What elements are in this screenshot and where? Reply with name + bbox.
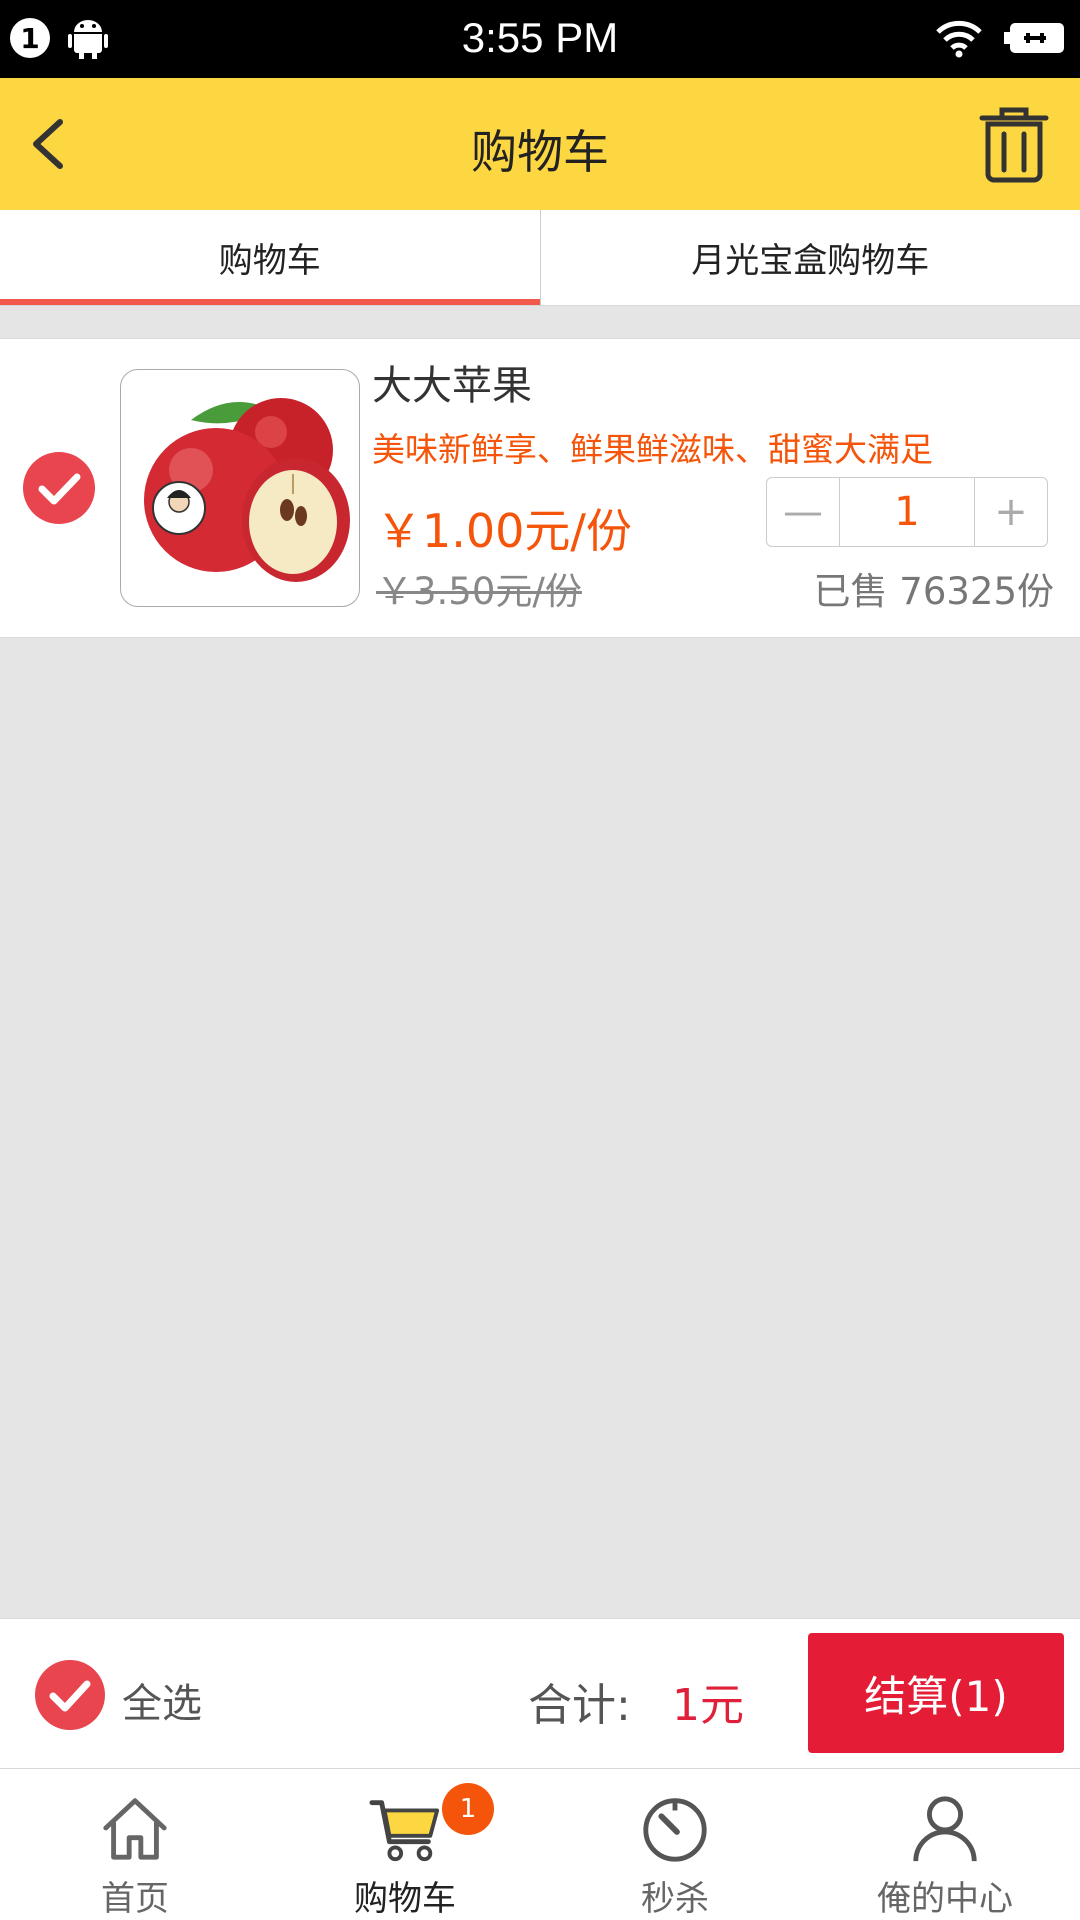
delete-button[interactable] [974,104,1054,184]
total-amount: 1元 [672,1680,744,1731]
nav-item-cart[interactable]: 购物车 1 [270,1769,540,1920]
cart-tabs: 购物车 月光宝盒购物车 [0,210,1080,306]
status-bar: 1 3:55 PM [0,0,1080,78]
nav-label-home: 首页 [101,1879,169,1919]
quantity-value[interactable]: 1 [839,478,975,546]
item-checkbox[interactable] [22,451,96,525]
product-slogan: 美味新鲜享、鲜果鲜滋味、甜蜜大满足 [372,430,933,469]
decrease-quantity-button[interactable]: — [767,478,839,546]
page-title: 购物车 [471,125,609,179]
trash-icon [979,107,1049,183]
checkout-bar: 全选 合计: 1元 结算(1) [0,1618,1080,1768]
nav-item-home[interactable]: 首页 [0,1769,270,1920]
cart-item: 大大苹果 美味新鲜享、鲜果鲜滋味、甜蜜大满足 ￥1.00元/份 ￥3.50元/份… [0,338,1080,638]
nav-item-flash-sale[interactable]: 秒杀 [540,1769,810,1920]
apple-product-image [144,398,350,582]
select-all-label[interactable]: 全选 [122,1671,202,1729]
tab-moonlight-cart[interactable]: 月光宝盒购物车 [539,210,1080,305]
battery-charging-icon [1004,23,1064,53]
cart-count-badge: 1 [442,1783,494,1835]
bottom-nav: 首页 购物车 1 秒杀 俺的中心 [0,1768,1080,1920]
product-name: 大大苹果 [372,363,532,409]
nav-label-profile: 俺的中心 [877,1879,1013,1919]
home-icon [103,1798,167,1860]
increase-quantity-button[interactable]: + [975,478,1047,546]
product-price: ￥1.00元/份 [376,504,632,558]
nav-label-cart: 购物车 [354,1879,456,1919]
quantity-stepper: — 1 + [766,477,1048,547]
cart-icon [369,1800,440,1862]
nav-item-profile[interactable]: 俺的中心 [810,1769,1080,1920]
app-header: 购物车 [0,78,1080,210]
product-image[interactable] [120,369,360,607]
status-time: 3:55 PM [461,14,619,61]
timer-icon [643,1798,707,1862]
total-label: 合计: [528,1680,631,1731]
checkout-button[interactable]: 结算(1) [808,1633,1064,1753]
user-icon [913,1796,977,1862]
wifi-icon [936,20,982,58]
sold-count: 已售 76325份 [813,570,1054,613]
tab-cart[interactable]: 购物车 [0,210,540,305]
select-all-checkbox[interactable] [34,1659,106,1731]
nav-label-flash-sale: 秒杀 [641,1879,709,1919]
product-original-price: ￥3.50元/份 [376,570,582,613]
